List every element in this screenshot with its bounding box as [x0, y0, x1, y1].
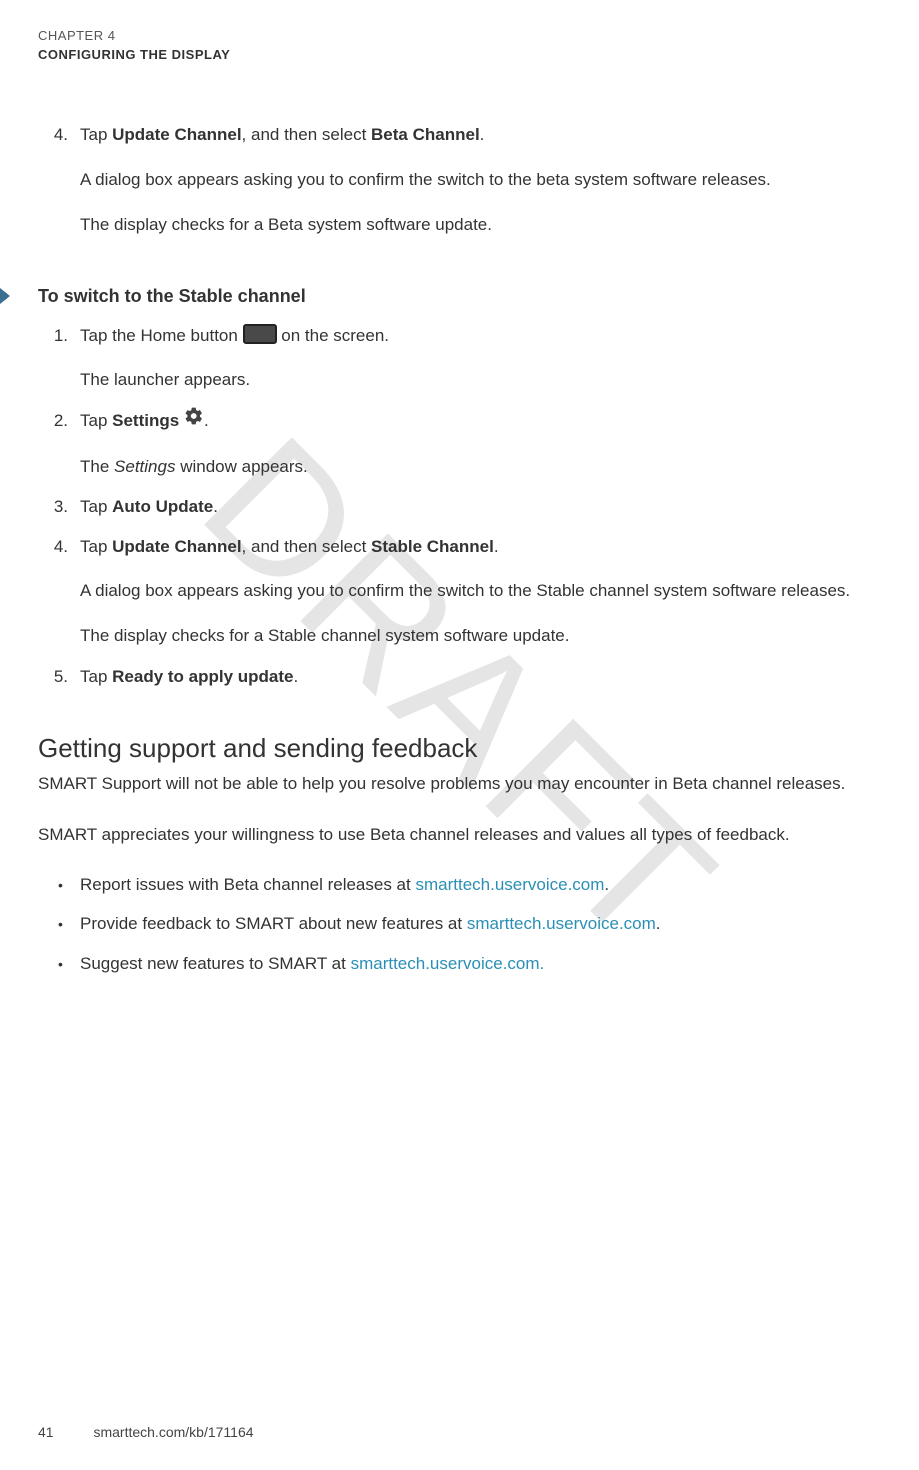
step-paragraph: The launcher appears.	[80, 366, 919, 393]
bullet-text: .	[656, 914, 661, 933]
body-paragraph: SMART appreciates your willingness to us…	[38, 821, 919, 850]
step-text: Tap	[80, 537, 112, 556]
chapter-title: CONFIGURING THE DISPLAY	[38, 47, 919, 62]
list-item: 5. Tap Ready to apply update.	[80, 664, 919, 690]
home-button-icon	[243, 324, 277, 344]
bullet-item: Report issues with Beta channel releases…	[80, 872, 919, 898]
step-paragraph: The display checks for a Stable channel …	[80, 622, 919, 649]
bullet-text: Suggest new features to SMART at	[80, 954, 351, 973]
list-item: 3. Tap Auto Update.	[80, 494, 919, 520]
step-number: 4.	[42, 534, 68, 560]
step-text: , and then select	[242, 537, 371, 556]
arrow-right-icon	[0, 288, 10, 304]
step-text: on the screen.	[277, 326, 389, 345]
step-paragraph: A dialog box appears asking you to confi…	[80, 166, 919, 193]
step-text: Tap	[80, 411, 112, 430]
step-number: 3.	[42, 494, 68, 520]
step-number: 2.	[42, 408, 68, 434]
footer-url: smarttech.com/kb/171164	[93, 1424, 253, 1440]
bullet-item: Provide feedback to SMART about new feat…	[80, 911, 919, 937]
step-text: .	[480, 125, 485, 144]
step-number: 5.	[42, 664, 68, 690]
step-bold: Settings	[112, 411, 179, 430]
bullet-text: Report issues with Beta channel releases…	[80, 875, 415, 894]
list-item: 4. Tap Update Channel, and then select B…	[80, 122, 919, 238]
step-bold: Auto Update	[112, 497, 213, 516]
step-text: .	[294, 667, 299, 686]
step-paragraph: A dialog box appears asking you to confi…	[80, 577, 919, 604]
bullet-item: Suggest new features to SMART at smartte…	[80, 951, 919, 977]
step-paragraph: The display checks for a Beta system sof…	[80, 211, 919, 238]
step-paragraph: The Settings window appears.	[80, 453, 919, 480]
section-heading: To switch to the Stable channel	[0, 286, 919, 307]
step-number: 4.	[42, 122, 68, 148]
body-paragraph: SMART Support will not be able to help y…	[38, 770, 919, 799]
step-text: Tap	[80, 667, 112, 686]
step-text: Tap the Home button	[80, 326, 243, 345]
page-number: 41	[38, 1424, 54, 1440]
list-item: 4. Tap Update Channel, and then select S…	[80, 534, 919, 650]
step-number: 1.	[42, 323, 68, 349]
list-item: 2. Tap Settings . The Settings window ap…	[80, 408, 919, 481]
chapter-label: CHAPTER 4	[38, 28, 919, 43]
step-bold: Update Channel	[112, 125, 241, 144]
step-text: Tap	[80, 125, 112, 144]
uservoice-link[interactable]: smarttech.uservoice.com.	[351, 954, 545, 973]
gear-icon	[184, 406, 204, 434]
step-bold: Update Channel	[112, 537, 241, 556]
step-text: , and then select	[242, 125, 371, 144]
bullet-text: Provide feedback to SMART about new feat…	[80, 914, 467, 933]
heading-support: Getting support and sending feedback	[38, 733, 919, 764]
step-text: .	[494, 537, 499, 556]
list-item: 1. Tap the Home button on the screen. Th…	[80, 323, 919, 394]
page-footer: 41 smarttech.com/kb/171164	[38, 1424, 254, 1440]
section-title: To switch to the Stable channel	[38, 286, 306, 307]
step-bold: Beta Channel	[371, 125, 480, 144]
bullet-text: .	[604, 875, 609, 894]
step-text: .	[204, 411, 209, 430]
uservoice-link[interactable]: smarttech.uservoice.com	[415, 875, 604, 894]
step-text: .	[213, 497, 218, 516]
uservoice-link[interactable]: smarttech.uservoice.com	[467, 914, 656, 933]
step-bold: Stable Channel	[371, 537, 494, 556]
step-bold: Ready to apply update	[112, 667, 293, 686]
step-text: Tap	[80, 497, 112, 516]
